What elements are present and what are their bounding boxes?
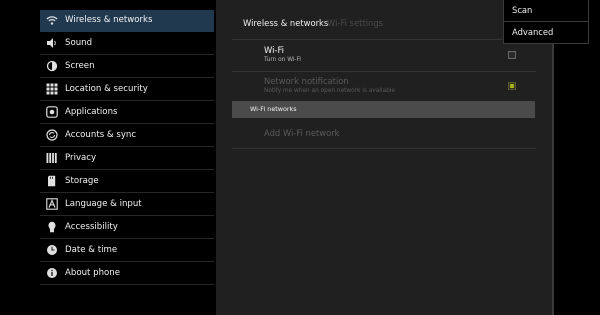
grid-icon — [46, 83, 58, 95]
breadcrumb-current[interactable]: Wireless & networks — [243, 18, 328, 28]
menu-item-label: Scan — [512, 5, 533, 15]
sidebar-item-label: Sound — [65, 38, 93, 48]
language-icon — [46, 198, 58, 210]
sidebar-item-accounts-sync[interactable]: Accounts & sync — [40, 125, 214, 147]
apps-icon — [46, 106, 58, 118]
sidebar-item-label: Applications — [65, 107, 118, 117]
sidebar-item-screen[interactable]: Screen — [40, 56, 214, 78]
divider — [232, 148, 536, 149]
panel-edge — [552, 0, 554, 315]
sidebar-item-location-security[interactable]: Location & security — [40, 79, 214, 101]
privacy-icon — [46, 152, 58, 164]
add-wifi-network-label: Add Wi-Fi network — [264, 128, 340, 138]
accessibility-icon — [46, 221, 58, 233]
wifi-title: Wi-Fi — [264, 45, 284, 55]
sidebar-item-label: Location & security — [65, 84, 148, 94]
sidebar-item-label: Wireless & networks — [65, 15, 153, 25]
sidebar-item-wireless-networks[interactable]: Wireless & networks — [40, 10, 214, 32]
network-notification-row: Network notification Notify me when an o… — [232, 72, 536, 100]
wifi-checkbox[interactable] — [508, 51, 516, 59]
sidebar-item-label: About phone — [65, 268, 121, 278]
sidebar-item-sound[interactable]: Sound — [40, 33, 214, 55]
sidebar-item-label: Privacy — [65, 153, 97, 163]
info-icon — [46, 267, 58, 279]
breadcrumb-sub: Wi-Fi settings — [327, 18, 384, 28]
sidebar-item-label: Screen — [65, 61, 95, 71]
sidebar-item-label: Language & input — [65, 199, 142, 209]
menu-item-advanced[interactable]: Advanced — [504, 22, 588, 43]
sync-icon — [46, 129, 58, 141]
sidebar-item-applications[interactable]: Applications — [40, 102, 214, 124]
wifi-networks-header: Wi-Fi networks — [232, 101, 535, 118]
add-wifi-network-row[interactable]: Add Wi-Fi network — [232, 119, 536, 147]
menu-item-scan[interactable]: Scan — [504, 0, 588, 21]
sidebar-item-language-input[interactable]: Language & input — [40, 194, 214, 216]
sidebar-item-date-time[interactable]: Date & time — [40, 240, 214, 262]
sidebar-item-privacy[interactable]: Privacy — [40, 148, 214, 170]
network-notification-title: Network notification — [264, 76, 349, 86]
network-notification-summary: Notify me when an open network is availa… — [264, 88, 395, 94]
sidebar-item-label: Accessibility — [65, 222, 118, 232]
sidebar-item-label: Date & time — [65, 245, 118, 255]
sidebar-item-about-phone[interactable]: About phone — [40, 263, 214, 285]
sd-card-icon — [46, 175, 58, 187]
settings-category-list: Wireless & networks Sound Screen Locatio… — [40, 10, 216, 306]
wifi-toggle-row[interactable]: Wi-Fi Turn on Wi-Fi — [232, 40, 536, 70]
wifi-icon — [46, 14, 58, 26]
wifi-summary: Turn on Wi-Fi — [264, 57, 302, 63]
section-header-label: Wi-Fi networks — [250, 105, 297, 113]
overflow-menu: Scan Advanced — [503, 0, 589, 44]
network-notification-checkbox — [508, 82, 516, 90]
sidebar-item-storage[interactable]: Storage — [40, 171, 214, 193]
sidebar-item-label: Accounts & sync — [65, 130, 137, 140]
sidebar-item-accessibility[interactable]: Accessibility — [40, 217, 214, 239]
brightness-icon — [46, 60, 58, 72]
speaker-icon — [46, 37, 58, 49]
menu-item-label: Advanced — [512, 27, 554, 37]
sidebar-item-label: Storage — [65, 176, 99, 186]
clock-icon — [46, 244, 58, 256]
wifi-settings-panel: Wireless & networks Wi-Fi settings Wi-Fi… — [216, 0, 553, 315]
